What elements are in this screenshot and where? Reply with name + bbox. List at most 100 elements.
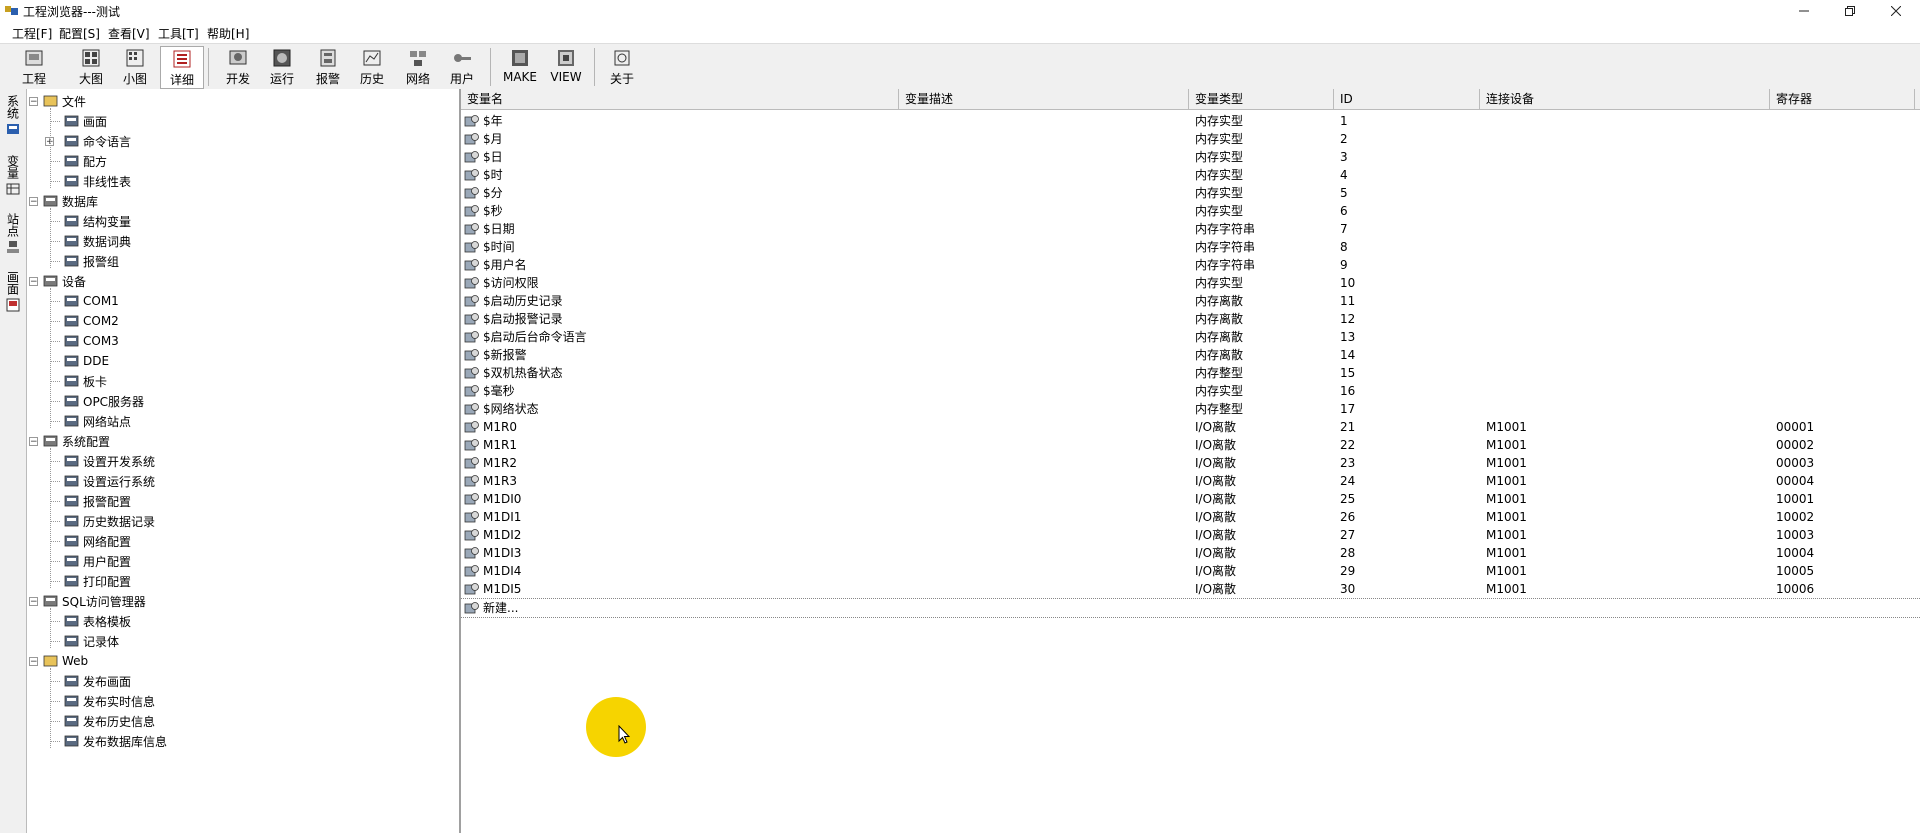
tree-item[interactable]: 发布数据库信息: [64, 732, 167, 750]
side-tab-variables[interactable]: 变量: [3, 155, 23, 196]
menu-config[interactable]: 配置[S]: [59, 25, 100, 42]
collapse-toggle[interactable]: −: [29, 437, 38, 447]
tree-item[interactable]: 设置开发系统: [64, 452, 155, 470]
toolbar-alarm-button[interactable]: 报警: [306, 46, 350, 87]
cell-id: 8: [1340, 240, 1348, 254]
table-row[interactable]: $月 内存实型 2: [461, 130, 1920, 148]
table-row[interactable]: $年 内存实型 1: [461, 112, 1920, 130]
tree-item[interactable]: 打印配置: [64, 572, 131, 590]
table-row[interactable]: $分 内存实型 5: [461, 184, 1920, 202]
tree-item[interactable]: 非线性表: [64, 172, 131, 190]
table-row[interactable]: M1DI1 I/O离散 26 M1001 10002: [461, 508, 1920, 526]
tree-item[interactable]: 结构变量: [64, 212, 131, 230]
table-row[interactable]: M1R0 I/O离散 21 M1001 00001: [461, 418, 1920, 436]
toolbar-project-button[interactable]: 工程: [12, 46, 56, 87]
side-tab-system[interactable]: 系统: [3, 95, 23, 136]
toolbar-view-button[interactable]: VIEW: [543, 46, 589, 87]
tree-item[interactable]: 系统配置: [43, 432, 110, 450]
table-row[interactable]: M1DI4 I/O离散 29 M1001 10005: [461, 562, 1920, 580]
table-row[interactable]: $新报警 内存离散 14: [461, 346, 1920, 364]
toolbar-run-button[interactable]: 运行: [260, 46, 304, 87]
menu-project[interactable]: 工程[F]: [12, 25, 52, 42]
tree-item[interactable]: 发布历史信息: [64, 712, 155, 730]
table-row[interactable]: $时间 内存字符串 8: [461, 238, 1920, 256]
tree-item[interactable]: 数据库: [43, 192, 98, 210]
tree-item[interactable]: DDE: [64, 352, 109, 370]
table-row[interactable]: $访问权限 内存实型 10: [461, 274, 1920, 292]
tree-item[interactable]: 历史数据记录: [64, 512, 155, 530]
column-header-register[interactable]: 寄存器: [1770, 89, 1915, 109]
toolbar-network-button[interactable]: 网络: [396, 46, 440, 87]
column-header-description[interactable]: 变量描述: [899, 89, 1189, 109]
table-row[interactable]: M1DI5 I/O离散 30 M1001 10006: [461, 580, 1920, 598]
table-row[interactable]: M1R2 I/O离散 23 M1001 00003: [461, 454, 1920, 472]
table-row[interactable]: $启动后台命令语言 内存离散 13: [461, 328, 1920, 346]
side-tab-stations[interactable]: 站点: [3, 213, 23, 254]
side-tab-screens[interactable]: 画面: [3, 271, 23, 312]
tree-item[interactable]: OPC服务器: [64, 392, 144, 410]
table-row[interactable]: M1DI0 I/O离散 25 M1001 10001: [461, 490, 1920, 508]
toolbar-about-button[interactable]: 关于: [600, 46, 644, 87]
tools-icon: [43, 435, 58, 447]
tree-item[interactable]: 发布画面: [64, 672, 131, 690]
tree-item[interactable]: 网络配置: [64, 532, 131, 550]
table-row[interactable]: $秒 内存实型 6: [461, 202, 1920, 220]
cell-device: M1001: [1486, 492, 1527, 506]
menu-help[interactable]: 帮助[H]: [207, 25, 249, 42]
minimize-button[interactable]: [1781, 0, 1827, 22]
tree-item[interactable]: COM2: [64, 312, 119, 330]
toolbar-small-icons-button[interactable]: 小图: [113, 46, 157, 87]
menu-tools[interactable]: 工具[T]: [158, 25, 199, 42]
collapse-toggle[interactable]: −: [29, 657, 38, 667]
column-header-name[interactable]: 变量名: [461, 89, 899, 109]
tree-item[interactable]: 设置运行系统: [64, 472, 155, 490]
collapse-toggle[interactable]: −: [29, 97, 38, 107]
collapse-toggle[interactable]: −: [29, 277, 38, 287]
tree-item[interactable]: 命令语言: [64, 132, 131, 150]
tree-item[interactable]: COM1: [64, 292, 119, 310]
tree-item[interactable]: 用户配置: [64, 552, 131, 570]
table-row[interactable]: M1R3 I/O离散 24 M1001 00004: [461, 472, 1920, 490]
table-row[interactable]: $双机热备状态 内存整型 15: [461, 364, 1920, 382]
tree-item[interactable]: 配方: [64, 152, 107, 170]
column-header-type[interactable]: 变量类型: [1189, 89, 1334, 109]
table-row[interactable]: $时 内存实型 4: [461, 166, 1920, 184]
restore-button[interactable]: [1827, 0, 1873, 22]
tree-item[interactable]: COM3: [64, 332, 119, 350]
collapse-toggle[interactable]: −: [29, 197, 38, 207]
tree-item[interactable]: SQL访问管理器: [43, 592, 146, 610]
tree-item-label: 打印配置: [83, 574, 132, 589]
tree-item[interactable]: 表格模板: [64, 612, 131, 630]
menu-view[interactable]: 查看[V]: [108, 25, 150, 42]
table-row[interactable]: $日期 内存字符串 7: [461, 220, 1920, 238]
table-row[interactable]: $用户名 内存字符串 9: [461, 256, 1920, 274]
tree-item[interactable]: 报警配置: [64, 492, 131, 510]
alarm-config-icon: [64, 495, 79, 507]
table-row[interactable]: $启动报警记录 内存离散 12: [461, 310, 1920, 328]
table-row[interactable]: M1R1 I/O离散 22 M1001 00002: [461, 436, 1920, 454]
tree-item[interactable]: 网络站点: [64, 412, 131, 430]
collapse-toggle[interactable]: −: [29, 597, 38, 607]
column-header-id[interactable]: ID: [1334, 89, 1480, 109]
table-row[interactable]: M1DI3 I/O离散 28 M1001 10004: [461, 544, 1920, 562]
toolbar-details-button[interactable]: 详细: [160, 46, 204, 89]
tree-item[interactable]: 报警组: [64, 252, 119, 270]
table-row[interactable]: $日 内存实型 3: [461, 148, 1920, 166]
tree-item[interactable]: 发布实时信息: [64, 692, 155, 710]
toolbar-develop-button[interactable]: 开发: [216, 46, 260, 87]
table-row[interactable]: $毫秒 内存实型 16: [461, 382, 1920, 400]
column-header-device[interactable]: 连接设备: [1480, 89, 1770, 109]
close-button[interactable]: [1873, 0, 1919, 22]
tree-item[interactable]: 画面: [64, 112, 107, 130]
tree-item[interactable]: 数据词典: [64, 232, 131, 250]
toolbar-history-button[interactable]: 历史: [350, 46, 394, 87]
tree-item[interactable]: 板卡: [64, 372, 107, 390]
toolbar-user-button[interactable]: 用户: [440, 46, 484, 87]
table-row[interactable]: $网络状态 内存整型 17: [461, 400, 1920, 418]
toolbar-make-button[interactable]: MAKE: [497, 46, 543, 87]
toolbar-large-icons-button[interactable]: 大图: [69, 46, 113, 87]
tree-item[interactable]: 记录体: [64, 632, 119, 650]
new-variable-row[interactable]: 新建...: [461, 598, 1920, 618]
table-row[interactable]: M1DI2 I/O离散 27 M1001 10003: [461, 526, 1920, 544]
table-row[interactable]: $启动历史记录 内存离散 11: [461, 292, 1920, 310]
